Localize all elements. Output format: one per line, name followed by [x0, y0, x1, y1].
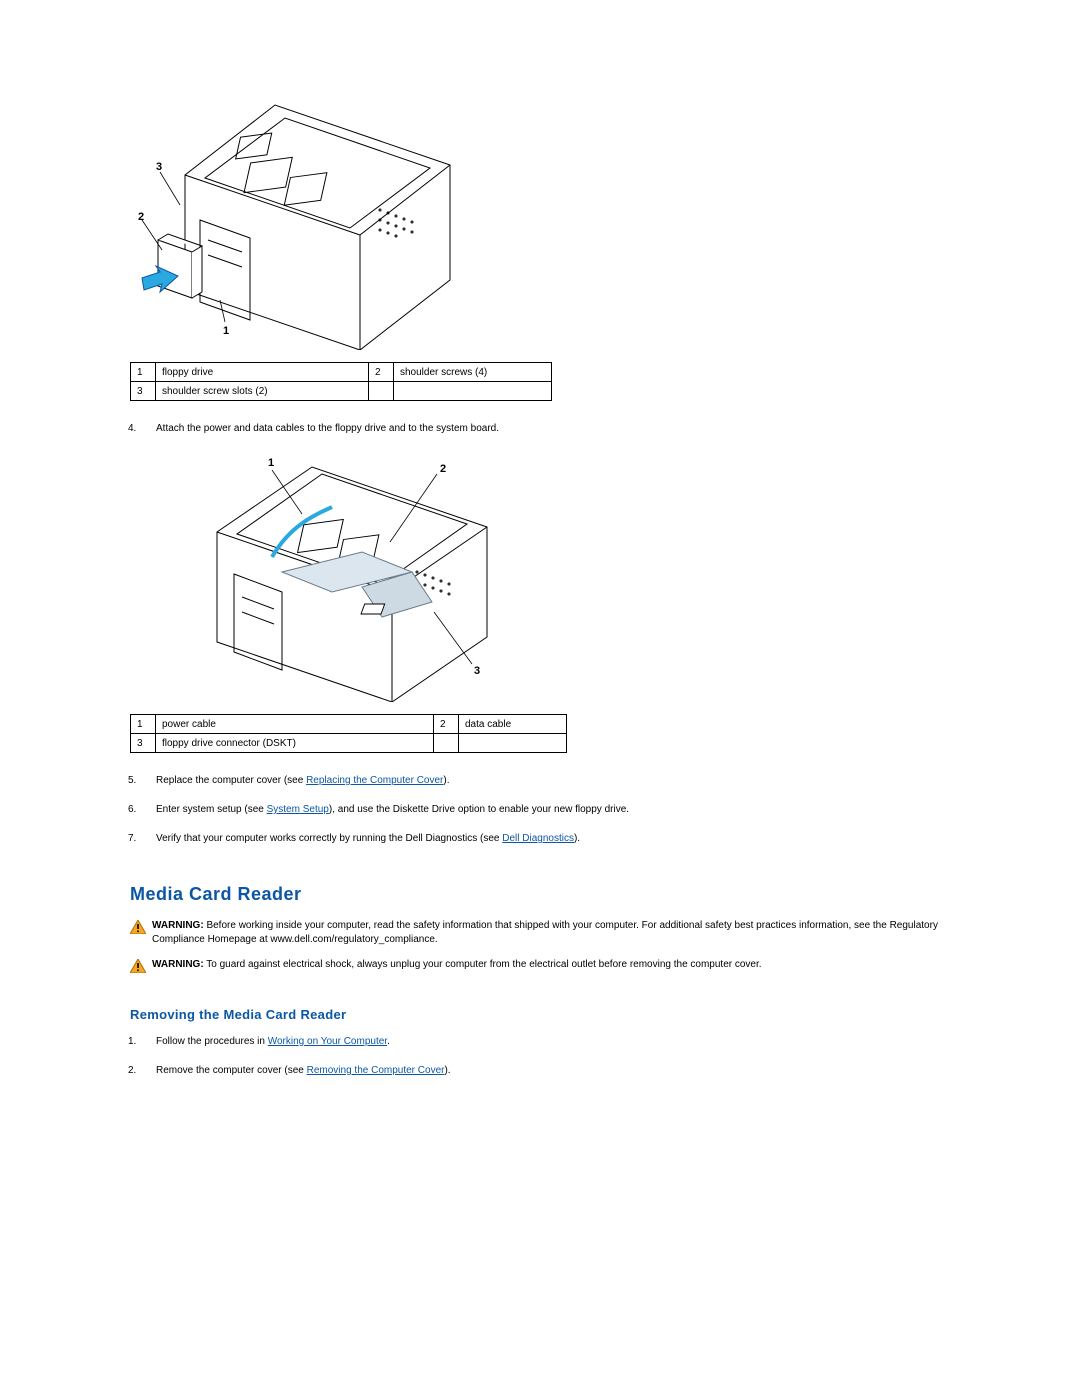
diagram-computer-case-1: 3 2 1	[130, 60, 465, 350]
step-text-post: ), and use the Diskette Drive option to …	[329, 804, 629, 815]
legend-cell: 2	[369, 363, 394, 382]
step-4: 4.Attach the power and data cables to th…	[142, 423, 970, 434]
legend-cell: 3	[131, 734, 156, 753]
callout-3: 3	[156, 161, 162, 173]
step-text-pre: Follow the procedures in	[156, 1036, 268, 1047]
step-text-pre: Remove the computer cover (see	[156, 1065, 307, 1076]
legend-cell	[434, 734, 459, 753]
warning-label: WARNING:	[152, 920, 204, 931]
step-text: Attach the power and data cables to the …	[156, 423, 499, 434]
warning-body: Before working inside your computer, rea…	[152, 920, 938, 945]
step-number: 4.	[142, 423, 156, 434]
legend-cell: 3	[131, 382, 156, 401]
warning-triangle-icon	[130, 920, 146, 934]
warning-electrical-shock: WARNING: To guard against electrical sho…	[130, 958, 970, 973]
step-number: 1.	[142, 1036, 156, 1047]
legend-cell: floppy drive	[156, 363, 369, 382]
step-5: 5.Replace the computer cover (see Replac…	[142, 775, 970, 786]
legend-cell: power cable	[156, 715, 434, 734]
step-c-2: 2.Remove the computer cover (see Removin…	[142, 1065, 970, 1076]
callout-1: 1	[268, 457, 274, 469]
link-replacing-cover[interactable]: Replacing the Computer Cover	[306, 775, 443, 786]
step-text-post: ).	[443, 775, 449, 786]
step-6: 6.Enter system setup (see System Setup),…	[142, 804, 970, 815]
warning-text: WARNING: To guard against electrical sho…	[152, 958, 762, 972]
warning-triangle-icon	[130, 959, 146, 973]
step-number: 6.	[142, 804, 156, 815]
step-list-c: 1.Follow the procedures in Working on Yo…	[130, 1036, 970, 1076]
step-text-post: .	[387, 1036, 390, 1047]
legend-cell	[369, 382, 394, 401]
step-number: 5.	[142, 775, 156, 786]
step-c-1: 1.Follow the procedures in Working on Yo…	[142, 1036, 970, 1047]
warning-label: WARNING:	[152, 959, 204, 970]
legend-cell: shoulder screws (4)	[394, 363, 552, 382]
warning-text: WARNING: Before working inside your comp…	[152, 919, 970, 946]
step-text-post: ).	[444, 1065, 450, 1076]
callout-1: 1	[223, 325, 229, 337]
link-removing-cover[interactable]: Removing the Computer Cover	[307, 1065, 445, 1076]
link-dell-diagnostics[interactable]: Dell Diagnostics	[502, 833, 574, 844]
heading-media-card-reader: Media Card Reader	[130, 884, 970, 905]
step-number: 2.	[142, 1065, 156, 1076]
callout-2: 2	[440, 463, 446, 475]
legend-cell: 1	[131, 363, 156, 382]
legend-cell	[394, 382, 552, 401]
legend-table-1: 1 floppy drive 2 shoulder screws (4) 3 s…	[130, 362, 552, 401]
step-text-post: ).	[574, 833, 580, 844]
legend-cell: floppy drive connector (DSKT)	[156, 734, 434, 753]
figure-floppy-cables: 1 2 3 1 power cable 2 data cable 3 flopp…	[130, 452, 970, 753]
step-7: 7.Verify that your computer works correc…	[142, 833, 970, 844]
step-number: 7.	[142, 833, 156, 844]
diagram-computer-case-2: 1 2 3	[182, 452, 527, 702]
link-system-setup[interactable]: System Setup	[267, 804, 329, 815]
step-text-pre: Verify that your computer works correctl…	[156, 833, 502, 844]
step-list-a: 4.Attach the power and data cables to th…	[130, 423, 970, 434]
legend-cell: 2	[434, 715, 459, 734]
heading-removing-media-card-reader: Removing the Media Card Reader	[130, 1007, 970, 1022]
warning-body: To guard against electrical shock, alway…	[204, 959, 762, 970]
link-working-on-computer[interactable]: Working on Your Computer	[268, 1036, 387, 1047]
step-text-pre: Enter system setup (see	[156, 804, 267, 815]
callout-3: 3	[474, 665, 480, 677]
legend-table-2: 1 power cable 2 data cable 3 floppy driv…	[130, 714, 567, 753]
step-list-b: 5.Replace the computer cover (see Replac…	[130, 775, 970, 844]
legend-cell: data cable	[459, 715, 567, 734]
figure-floppy-drive-install: 3 2 1 1 floppy drive 2 shoulder screws (…	[130, 60, 970, 401]
callout-2: 2	[138, 211, 144, 223]
legend-cell: shoulder screw slots (2)	[156, 382, 369, 401]
legend-cell: 1	[131, 715, 156, 734]
step-text-pre: Replace the computer cover (see	[156, 775, 306, 786]
warning-safety-info: WARNING: Before working inside your comp…	[130, 919, 970, 946]
legend-cell	[459, 734, 567, 753]
